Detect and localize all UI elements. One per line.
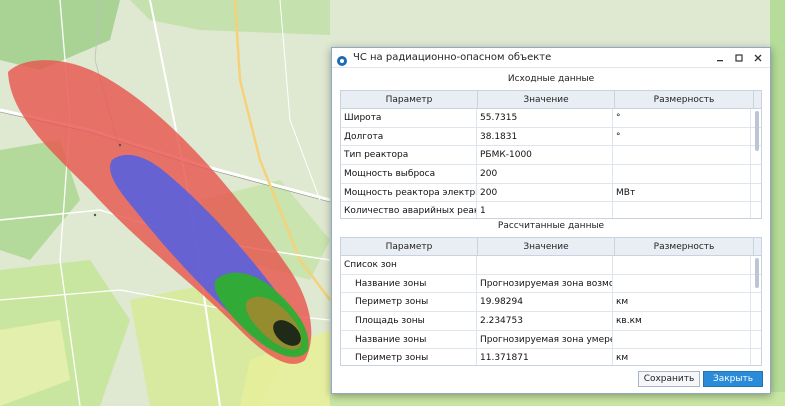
input-data-table: Параметр Значение Размерность Широта 55.… <box>340 90 762 219</box>
param-cell: Периметр зоны <box>341 349 477 365</box>
unit-cell: ° <box>613 127 751 146</box>
unit-cell <box>613 202 751 218</box>
param-cell: Список зон <box>341 256 477 274</box>
maximize-icon[interactable] <box>731 50 747 66</box>
param-cell: Название зоны <box>341 330 477 349</box>
param-cell: Долгота <box>341 127 477 146</box>
param-cell: Широта <box>341 109 477 127</box>
app-icon <box>336 52 348 66</box>
table-row[interactable]: Широта 55.7315 ° <box>341 109 761 128</box>
dialog-title: ЧС на радиационно-опасном объекте <box>353 52 552 63</box>
table-row[interactable]: Мощность реактора электрическая 200 МВт <box>341 183 761 203</box>
table-row[interactable]: Мощность выброса 200 <box>341 165 761 184</box>
close-icon[interactable] <box>750 50 766 66</box>
unit-cell: МВт <box>613 183 751 202</box>
column-header-value[interactable]: Значение <box>478 238 615 255</box>
unit-cell <box>613 165 751 183</box>
unit-cell: ° <box>613 109 751 127</box>
value-cell[interactable]: 38.1831 <box>477 127 613 146</box>
table-row[interactable]: Тип реактора РБМК-1000 <box>341 146 761 166</box>
table-header: Параметр Значение Размерность <box>341 238 761 256</box>
column-header-value[interactable]: Значение <box>478 91 615 108</box>
close-button[interactable]: Закрыть <box>703 371 763 387</box>
value-cell[interactable]: 1 <box>477 202 613 218</box>
table-row[interactable]: Площадь зоны 2.234753 кв.км <box>341 312 761 331</box>
column-header-unit[interactable]: Размерность <box>615 238 754 255</box>
param-cell: Площадь зоны <box>341 312 477 330</box>
table-row[interactable]: Периметр зоны 19.98294 км <box>341 293 761 313</box>
value-cell[interactable]: РБМК-1000 <box>477 146 613 165</box>
value-cell[interactable]: 200 <box>477 165 613 183</box>
table-row[interactable]: Название зоны Прогнозируемая зона возмож… <box>341 274 761 294</box>
column-header-param[interactable]: Параметр <box>341 238 478 255</box>
value-cell[interactable]: 200 <box>477 183 613 202</box>
radiation-emergency-dialog: ЧС на радиационно-опасном объекте Исходн… <box>331 47 771 394</box>
param-cell: Тип реактора <box>341 146 477 165</box>
unit-cell <box>613 274 751 293</box>
param-cell: Мощность выброса <box>341 165 477 183</box>
value-cell[interactable]: 11.371871 <box>477 349 613 365</box>
table-row[interactable]: Долгота 38.1831 ° <box>341 127 761 147</box>
param-cell: Количество аварийных реакторов <box>341 202 477 218</box>
unit-cell <box>613 256 751 274</box>
table-row[interactable]: Периметр зоны 11.371871 км <box>341 349 761 365</box>
save-button[interactable]: Сохранить <box>638 371 700 387</box>
param-cell: Мощность реактора электрическая <box>341 183 477 202</box>
calculated-data-table: Параметр Значение Размерность Список зон… <box>340 237 762 366</box>
calc-section-title: Рассчитанные данные <box>497 221 605 231</box>
minimize-icon[interactable] <box>712 50 728 66</box>
table-row[interactable]: Список зон <box>341 256 761 275</box>
unit-cell: км <box>613 349 751 365</box>
column-header-param[interactable]: Параметр <box>341 91 478 108</box>
param-cell: Периметр зоны <box>341 293 477 312</box>
table-row[interactable]: Количество аварийных реакторов 1 <box>341 202 761 218</box>
table-row[interactable]: Название зоны Прогнозируемая зона умерен… <box>341 330 761 350</box>
value-cell[interactable]: 55.7315 <box>477 109 613 127</box>
vertical-scrollbar[interactable] <box>755 111 759 151</box>
param-cell: Название зоны <box>341 274 477 293</box>
unit-cell: кв.км <box>613 312 751 330</box>
unit-cell <box>613 146 751 165</box>
value-cell[interactable]: 19.98294 <box>477 293 613 312</box>
table-header: Параметр Значение Размерность <box>341 91 761 109</box>
value-cell[interactable]: 2.234753 <box>477 312 613 330</box>
dialog-titlebar[interactable]: ЧС на радиационно-опасном объекте <box>332 48 770 68</box>
unit-cell <box>613 330 751 349</box>
column-header-unit[interactable]: Размерность <box>615 91 754 108</box>
input-section-title: Исходные данные <box>507 74 595 84</box>
unit-cell: км <box>613 293 751 312</box>
value-cell[interactable] <box>477 256 613 274</box>
vertical-scrollbar[interactable] <box>755 258 759 288</box>
value-cell[interactable]: Прогнозируемая зона умеренного... <box>477 330 613 349</box>
value-cell[interactable]: Прогнозируемая зона возможног... <box>477 274 613 293</box>
